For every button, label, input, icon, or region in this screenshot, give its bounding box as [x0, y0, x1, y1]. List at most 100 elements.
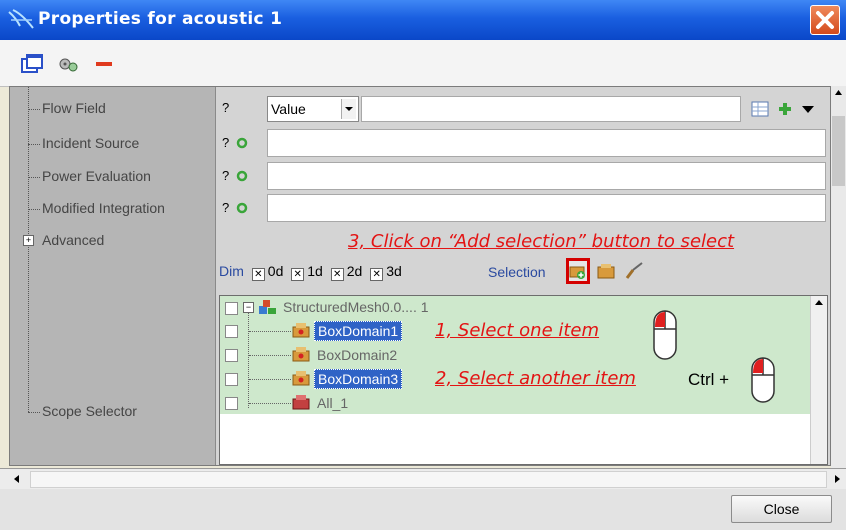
- clear-selection-button[interactable]: [623, 260, 645, 280]
- tree-connector: [249, 379, 291, 380]
- settings-button[interactable]: [55, 52, 81, 76]
- plus-icon: [779, 103, 814, 115]
- box-icon: [597, 264, 615, 279]
- flow-field-input[interactable]: [361, 96, 741, 122]
- tree-item-all1[interactable]: All_1: [317, 395, 348, 411]
- app-icon: [8, 9, 34, 29]
- tree-root-label[interactable]: StructuredMesh0.0.... 1: [283, 299, 429, 315]
- window-title: Properties for acoustic 1: [38, 9, 283, 29]
- mouse-icon: [653, 310, 677, 360]
- scope-tree[interactable]: − StructuredMesh0.0.... 1 BoxDomain1 Box…: [219, 295, 828, 465]
- dim-1d-label: 1d: [307, 263, 323, 279]
- instruction-step2: 2, Select another item: [435, 368, 636, 389]
- tree-connector: [28, 209, 40, 210]
- windows-icon: [21, 54, 43, 73]
- checkbox-1d[interactable]: ✕: [291, 268, 305, 281]
- tree-connector: [28, 109, 40, 110]
- remove-icon: [96, 62, 112, 66]
- prop-label-flow-field: Flow Field: [42, 100, 106, 116]
- close-button[interactable]: Close: [731, 495, 832, 523]
- property-values: ? Value ? ? ? 3, Click on “Add selection…: [215, 87, 830, 465]
- unknown-marker: ?: [222, 168, 230, 183]
- group-icon: [292, 395, 310, 410]
- tree-connector: [28, 412, 40, 413]
- tree-connector: [248, 312, 249, 408]
- broom-icon: [625, 262, 643, 279]
- mesh-icon: [259, 300, 276, 314]
- title-bar[interactable]: Properties for acoustic 1: [0, 0, 846, 40]
- selection-label: Selection: [488, 264, 546, 280]
- tree-item-boxdomain2[interactable]: BoxDomain2: [317, 347, 397, 363]
- tree-connector: [28, 87, 29, 412]
- scroll-left-icon: [14, 475, 19, 483]
- tree-connector: [249, 355, 291, 356]
- settings-icon: [59, 58, 78, 72]
- dim-0d-label: 0d: [267, 263, 284, 279]
- scroll-thumb[interactable]: [30, 471, 827, 488]
- scroll-right-icon: [835, 475, 840, 483]
- windows-button[interactable]: [19, 52, 45, 76]
- checkbox-0d[interactable]: ✕: [251, 268, 265, 281]
- checkbox-boxdomain1[interactable]: [225, 325, 238, 338]
- table-icon: [751, 101, 769, 117]
- mouse-icon: [751, 357, 775, 403]
- table-icon-button[interactable]: [750, 99, 770, 119]
- panel-vertical-scrollbar[interactable]: [831, 86, 846, 468]
- close-window-button[interactable]: [810, 5, 840, 35]
- toolbar: [0, 40, 846, 87]
- tree-connector: [28, 144, 40, 145]
- checkbox-3d[interactable]: ✕: [370, 268, 384, 281]
- tree-scrollbar[interactable]: [810, 296, 827, 464]
- instruction-step3: 3, Click on “Add selection” button to se…: [348, 231, 735, 252]
- flow-field-select[interactable]: Value: [267, 96, 359, 122]
- modified-integration-input[interactable]: [267, 194, 826, 222]
- power-evaluation-input[interactable]: [267, 162, 826, 190]
- box-domain-icon: [292, 347, 310, 362]
- chevron-down-icon: [341, 99, 356, 119]
- prop-label-advanced[interactable]: Advanced: [42, 232, 104, 248]
- instruction-step1: 1, Select one item: [435, 320, 600, 341]
- flow-field-select-value: Value: [271, 101, 306, 117]
- incident-source-input[interactable]: [267, 129, 826, 157]
- unknown-marker: ?: [222, 100, 230, 115]
- properties-window: Properties for acoustic 1 Flow Field Inc…: [0, 0, 846, 530]
- dim-label: Dim: [219, 263, 244, 279]
- properties-panel: Flow Field Incident Source Power Evaluat…: [9, 86, 831, 466]
- select-all-button[interactable]: [596, 261, 618, 281]
- add-selection-button[interactable]: [566, 258, 590, 284]
- checkbox-boxdomain3[interactable]: [225, 373, 238, 386]
- unknown-marker: ?: [222, 135, 230, 150]
- scroll-up-icon: [815, 300, 823, 305]
- tree-connector: [28, 177, 40, 178]
- panel-horizontal-scrollbar[interactable]: [0, 468, 846, 490]
- checkbox-2d[interactable]: ✕: [330, 268, 344, 281]
- box-domain-icon: [292, 323, 310, 338]
- scroll-thumb[interactable]: [832, 116, 845, 186]
- dim-3d-label: 3d: [386, 263, 402, 279]
- expand-advanced-toggle[interactable]: +: [23, 235, 34, 246]
- recycle-icon[interactable]: [236, 137, 248, 149]
- checkbox-root[interactable]: [225, 302, 238, 315]
- tree-item-boxdomain1[interactable]: BoxDomain1: [314, 321, 403, 341]
- box-domain-icon: [292, 371, 310, 386]
- prop-label-incident-source: Incident Source: [42, 135, 140, 151]
- prop-label-power-evaluation: Power Evaluation: [42, 168, 151, 184]
- prop-label-scope-selector: Scope Selector: [42, 403, 137, 419]
- checkbox-boxdomain2[interactable]: [225, 349, 238, 362]
- unknown-marker: ?: [222, 200, 230, 215]
- prop-label-modified-integration: Modified Integration: [42, 200, 165, 216]
- dimension-filter: Dim ✕ 0d ✕ 1d ✕ 2d ✕ 3d: [219, 263, 402, 281]
- add-selection-icon: [569, 266, 585, 279]
- scroll-up-icon: [835, 90, 842, 95]
- recycle-icon[interactable]: [236, 170, 248, 182]
- dim-2d-label: 2d: [346, 263, 363, 279]
- property-tree: Flow Field Incident Source Power Evaluat…: [10, 87, 215, 465]
- remove-button[interactable]: [91, 52, 117, 76]
- add-dropdown-button[interactable]: [776, 97, 826, 121]
- tree-item-boxdomain3[interactable]: BoxDomain3: [314, 369, 403, 389]
- recycle-icon[interactable]: [236, 202, 248, 214]
- checkbox-all1[interactable]: [225, 397, 238, 410]
- close-icon: [816, 11, 834, 29]
- ctrl-key-label: Ctrl +: [688, 370, 730, 389]
- tree-connector: [249, 331, 291, 332]
